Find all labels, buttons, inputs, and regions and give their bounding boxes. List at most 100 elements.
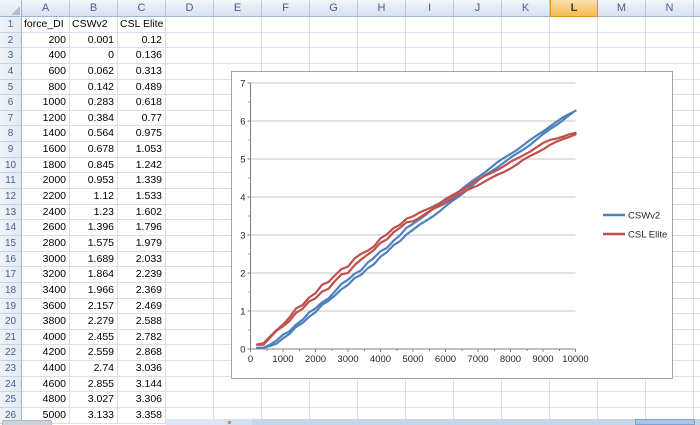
cell-A12[interactable]: 2200 [22, 189, 70, 205]
cell-D14[interactable] [166, 220, 214, 236]
cell-E3[interactable] [214, 48, 262, 64]
series-line-cswv2[interactable] [257, 111, 576, 348]
cell-H25[interactable] [358, 392, 406, 408]
row-header-5[interactable]: 5 [0, 80, 22, 96]
cell-A16[interactable]: 3000 [22, 252, 70, 268]
cell-E25[interactable] [214, 392, 262, 408]
column-header-F[interactable]: F [262, 0, 310, 17]
cell-B18[interactable]: 1.966 [70, 283, 118, 299]
cell-A25[interactable]: 4800 [22, 392, 70, 408]
cell-B20[interactable]: 2.279 [70, 314, 118, 330]
row-header-14[interactable]: 14 [0, 220, 22, 236]
cell-D6[interactable] [166, 95, 214, 111]
cell-B21[interactable]: 2.455 [70, 330, 118, 346]
cell-A19[interactable]: 3600 [22, 299, 70, 315]
cell-C2[interactable]: 0.12 [118, 33, 166, 49]
column-header-G[interactable]: G [310, 0, 358, 17]
row-header-3[interactable]: 3 [0, 48, 22, 64]
cell-K3[interactable] [502, 48, 550, 64]
cell-C1[interactable]: CSL Elite [118, 17, 166, 33]
cell-A10[interactable]: 1800 [22, 158, 70, 174]
cell-J25[interactable] [454, 392, 502, 408]
cell-C7[interactable]: 0.77 [118, 111, 166, 127]
cell-I3[interactable] [406, 48, 454, 64]
cell-L1[interactable] [550, 17, 598, 33]
horizontal-scrollbar-track[interactable] [166, 419, 700, 425]
row-header-13[interactable]: 13 [0, 205, 22, 221]
cell-C25[interactable]: 3.306 [118, 392, 166, 408]
row-header-11[interactable]: 11 [0, 173, 22, 189]
cell-D8[interactable] [166, 126, 214, 142]
cell-M3[interactable] [598, 48, 646, 64]
cell-J1[interactable] [454, 17, 502, 33]
cell-H2[interactable] [358, 33, 406, 49]
row-header-16[interactable]: 16 [0, 252, 22, 268]
cell-G1[interactable] [310, 17, 358, 33]
cell-B2[interactable]: 0.001 [70, 33, 118, 49]
cell-I1[interactable] [406, 17, 454, 33]
column-header-L[interactable]: L [550, 0, 598, 17]
row-header-21[interactable]: 21 [0, 330, 22, 346]
cell-C15[interactable]: 1.979 [118, 236, 166, 252]
cell-C13[interactable]: 1.602 [118, 205, 166, 221]
row-header-2[interactable]: 2 [0, 33, 22, 49]
cell-D21[interactable] [166, 330, 214, 346]
cell-L25[interactable] [550, 392, 598, 408]
cell-C3[interactable]: 0.136 [118, 48, 166, 64]
cell-B7[interactable]: 0.384 [70, 111, 118, 127]
cell-D9[interactable] [166, 142, 214, 158]
cell-D7[interactable] [166, 111, 214, 127]
cell-A3[interactable]: 400 [22, 48, 70, 64]
cell-D3[interactable] [166, 48, 214, 64]
cell-N2[interactable] [646, 33, 694, 49]
cell-C19[interactable]: 2.469 [118, 299, 166, 315]
cell-A22[interactable]: 4200 [22, 345, 70, 361]
cell-B12[interactable]: 1.12 [70, 189, 118, 205]
cell-D20[interactable] [166, 314, 214, 330]
cell-D18[interactable] [166, 283, 214, 299]
cell-B22[interactable]: 2.559 [70, 345, 118, 361]
cell-B16[interactable]: 1.689 [70, 252, 118, 268]
cell-C20[interactable]: 2.588 [118, 314, 166, 330]
cell-D23[interactable] [166, 361, 214, 377]
cell-D25[interactable] [166, 392, 214, 408]
cell-I2[interactable] [406, 33, 454, 49]
row-header-12[interactable]: 12 [0, 189, 22, 205]
cell-H3[interactable] [358, 48, 406, 64]
cell-B3[interactable]: 0 [70, 48, 118, 64]
cell-C16[interactable]: 2.033 [118, 252, 166, 268]
horizontal-scrollbar-right-button[interactable] [695, 419, 700, 425]
column-header-I[interactable]: I [406, 0, 454, 17]
column-header-C[interactable]: C [118, 0, 166, 17]
column-header-partial[interactable] [694, 0, 700, 17]
column-header-N[interactable]: N [646, 0, 694, 17]
cell-B4[interactable]: 0.062 [70, 64, 118, 80]
row-header-17[interactable]: 17 [0, 267, 22, 283]
cell-D15[interactable] [166, 236, 214, 252]
cell-D4[interactable] [166, 64, 214, 80]
cell-D16[interactable] [166, 252, 214, 268]
cell-C23[interactable]: 3.036 [118, 361, 166, 377]
cell-C18[interactable]: 2.369 [118, 283, 166, 299]
cell-D5[interactable] [166, 80, 214, 96]
cell-C21[interactable]: 2.782 [118, 330, 166, 346]
row-header-6[interactable]: 6 [0, 95, 22, 111]
cell-D22[interactable] [166, 345, 214, 361]
cell-A9[interactable]: 1600 [22, 142, 70, 158]
row-header-24[interactable]: 24 [0, 377, 22, 393]
cell-C9[interactable]: 1.053 [118, 142, 166, 158]
cell-L2[interactable] [550, 33, 598, 49]
cell-C10[interactable]: 1.242 [118, 158, 166, 174]
cell-D13[interactable] [166, 205, 214, 221]
cell-H1[interactable] [358, 17, 406, 33]
cell-B1[interactable]: CSWv2 [70, 17, 118, 33]
cell-C4[interactable]: 0.313 [118, 64, 166, 80]
cell-K25[interactable] [502, 392, 550, 408]
horizontal-scrollbar-thumb[interactable] [635, 419, 695, 425]
cell-K1[interactable] [502, 17, 550, 33]
row-header-22[interactable]: 22 [0, 345, 22, 361]
cell-G25[interactable] [310, 392, 358, 408]
column-header-M[interactable]: M [598, 0, 646, 17]
cell-A1[interactable]: force_DI [22, 17, 70, 33]
cell-D24[interactable] [166, 377, 214, 393]
